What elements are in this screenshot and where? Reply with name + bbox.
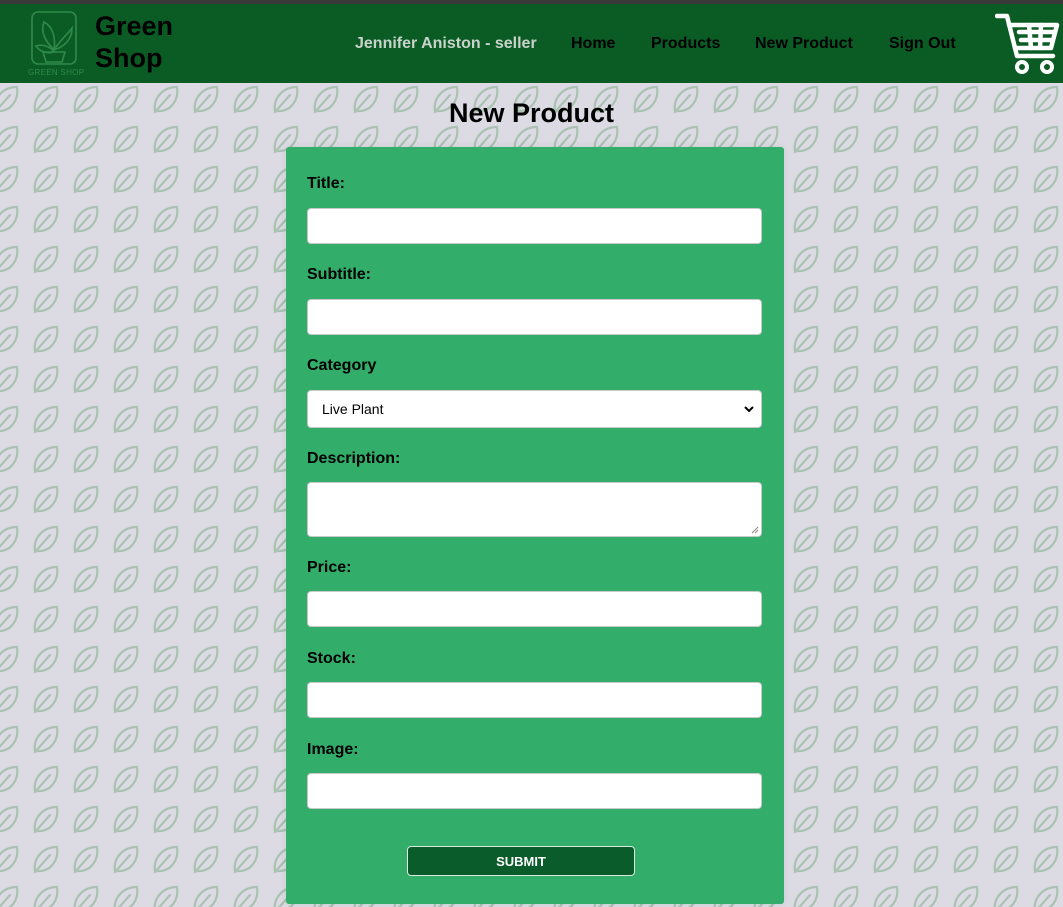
brand-name[interactable]: Green Shop (95, 10, 173, 74)
nav-new-product-link[interactable]: New Product (755, 35, 853, 53)
submit-button[interactable]: SUBMIT (407, 846, 635, 876)
description-label: Description: (307, 450, 401, 467)
brand-line-1: Green (95, 11, 174, 41)
nav-home-link[interactable]: Home (571, 35, 615, 53)
page-title: New Product (448, 98, 615, 128)
title-label: Title: (307, 175, 345, 192)
nav-products-link[interactable]: Products (651, 35, 720, 53)
shopping-cart-icon[interactable] (994, 12, 1061, 76)
resize-handle-icon[interactable] (751, 526, 759, 534)
category-selected-value: Live Plant (322, 401, 384, 417)
plant-pot-icon[interactable]: GREEN SHOP (26, 10, 88, 80)
chevron-down-icon (744, 406, 754, 413)
description-textarea[interactable] (307, 482, 762, 537)
current-user-label: Jennifer Aniston - seller (355, 35, 537, 52)
nav-sign-out-link[interactable]: Sign Out (889, 35, 956, 53)
brand-line-2: Shop (95, 43, 163, 73)
title-input[interactable] (307, 208, 762, 244)
price-input[interactable] (307, 591, 762, 627)
stock-label: Stock: (307, 650, 356, 667)
image-input[interactable] (307, 773, 762, 809)
stock-input[interactable] (307, 682, 762, 718)
category-label: Category (307, 357, 377, 374)
subtitle-input[interactable] (307, 299, 762, 335)
subtitle-label: Subtitle: (307, 266, 371, 283)
logo-text: GREEN SHOP (28, 68, 85, 77)
image-label: Image: (307, 741, 359, 758)
price-label: Price: (307, 559, 352, 576)
category-select[interactable]: Live Plant (307, 390, 762, 428)
top-navigation-bar: GREEN SHOP Green Shop Jennifer Aniston -… (0, 0, 1063, 83)
new-product-form: Title: Subtitle: Category Live Plant Des… (286, 147, 784, 904)
